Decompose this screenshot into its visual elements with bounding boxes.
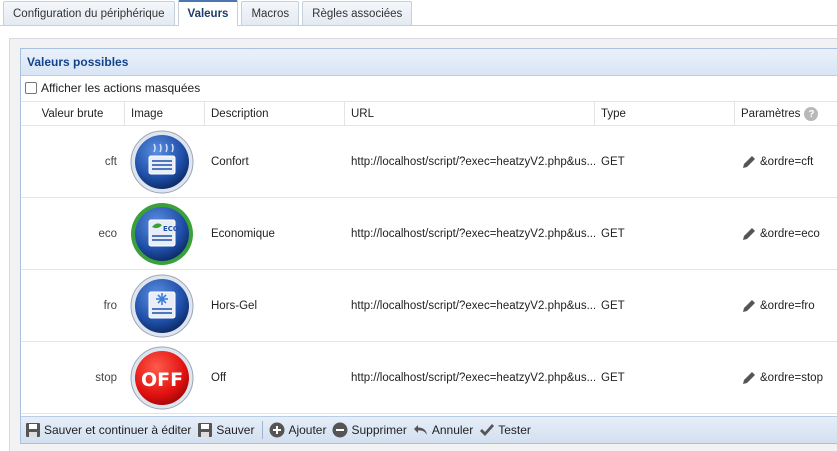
comfort-heater-icon	[130, 130, 194, 193]
image-cell	[125, 270, 205, 341]
params: &ordre=stop	[760, 371, 823, 384]
floppy-icon	[26, 423, 40, 437]
tab-values[interactable]: Valeurs	[177, 0, 239, 26]
edit-pencil-icon[interactable]	[741, 154, 757, 170]
table-header: Valeur brute Image Description URL Type …	[21, 101, 837, 126]
add-label: Ajouter	[288, 423, 327, 437]
toolbar-separator	[262, 421, 264, 439]
show-hidden-label: Afficher les actions masquées	[41, 81, 201, 95]
url: http://localhost/script/?exec=heatzyV2.p…	[351, 299, 595, 312]
description: Off	[211, 371, 227, 384]
table-row[interactable]: stop OFF Off http://localhost/script/?ex…	[21, 342, 837, 414]
cancel-button[interactable]: Annuler	[413, 419, 473, 441]
raw-value: fro	[103, 299, 117, 312]
raw-value: stop	[95, 371, 117, 384]
help-icon[interactable]: ?	[804, 107, 819, 121]
test-label: Tester	[498, 423, 531, 437]
params-header-label: Paramètres	[741, 108, 801, 120]
save-label: Sauver	[216, 423, 255, 437]
params: &ordre=fro	[760, 299, 815, 312]
description: Hors-Gel	[211, 299, 258, 312]
params-cell: &ordre=stop	[735, 342, 837, 413]
type: GET	[601, 371, 625, 384]
content-panel: Valeurs possibles Afficher les actions m…	[9, 38, 837, 451]
image-cell: OFF	[125, 342, 205, 413]
params-cell: &ordre=fro	[735, 270, 837, 341]
cancel-label: Annuler	[431, 423, 474, 437]
column-header-image[interactable]: Image	[125, 102, 205, 126]
delete-label: Supprimer	[351, 423, 407, 437]
test-button[interactable]: Tester	[479, 419, 531, 441]
show-hidden-checkbox[interactable]	[25, 82, 37, 94]
params-cell: &ordre=cft	[735, 126, 837, 197]
url: http://localhost/script/?exec=heatzyV2.p…	[351, 155, 595, 168]
description: Confort	[211, 155, 249, 168]
minus-circle-icon	[332, 422, 348, 438]
column-header-url[interactable]: URL	[345, 102, 595, 126]
table-row[interactable]: cft Confort http://localhost/script/?exe…	[21, 126, 837, 198]
image-cell	[125, 126, 205, 197]
tab-device-config[interactable]: Configuration du périphérique	[3, 1, 175, 25]
save-button[interactable]: Sauver	[197, 419, 254, 441]
edit-pencil-icon[interactable]	[741, 370, 757, 386]
type: GET	[601, 299, 625, 312]
checkmark-icon	[480, 424, 495, 436]
column-header-raw[interactable]: Valeur brute	[21, 102, 125, 126]
undo-icon	[413, 425, 427, 435]
description: Economique	[211, 227, 275, 240]
raw-value: eco	[98, 227, 117, 240]
tab-bar: Configuration du périphérique Valeurs Ma…	[0, 0, 837, 26]
image-cell: ECO	[125, 198, 205, 269]
off-icon: OFF	[130, 346, 194, 409]
save-continue-button[interactable]: Sauver et continuer à éditer	[25, 419, 191, 441]
save-continue-label: Sauver et continuer à éditer	[44, 423, 192, 437]
eco-heater-icon: ECO	[131, 202, 193, 265]
params: &ordre=cft	[760, 155, 814, 168]
edit-pencil-icon[interactable]	[741, 298, 757, 314]
floppy-icon	[198, 423, 213, 437]
raw-value: cft	[104, 155, 117, 168]
column-header-description[interactable]: Description	[205, 102, 345, 126]
values-table: Valeur brute Image Description URL Type …	[21, 101, 837, 414]
off-icon-text: OFF	[141, 369, 183, 391]
frost-heater-icon	[130, 274, 194, 337]
type: GET	[601, 227, 625, 240]
column-header-type[interactable]: Type	[595, 102, 735, 126]
panel-title: Valeurs possibles	[21, 49, 837, 76]
type: GET	[601, 155, 625, 168]
plus-circle-icon	[269, 422, 285, 438]
delete-button[interactable]: Supprimer	[332, 419, 407, 441]
table-row[interactable]: fro Hors-Gel http://localhost/script/?ex…	[21, 270, 837, 342]
tab-macros[interactable]: Macros	[241, 1, 300, 25]
svg-text:ECO: ECO	[163, 225, 179, 233]
tab-associated-rules[interactable]: Règles associées	[302, 1, 413, 25]
show-hidden-actions[interactable]: Afficher les actions masquées	[21, 76, 837, 100]
table-row[interactable]: eco ECO Economique http://localhost/scri…	[21, 198, 837, 270]
column-header-params[interactable]: Paramètres ?	[735, 102, 837, 126]
bottom-toolbar: Sauver et continuer à éditer Sauver Ajou…	[21, 416, 837, 443]
add-button[interactable]: Ajouter	[269, 419, 326, 441]
params: &ordre=eco	[760, 227, 820, 240]
edit-pencil-icon[interactable]	[741, 226, 757, 242]
params-cell: &ordre=eco	[735, 198, 837, 269]
url: http://localhost/script/?exec=heatzyV2.p…	[351, 227, 595, 240]
url: http://localhost/script/?exec=heatzyV2.p…	[351, 371, 595, 384]
values-box: Valeurs possibles Afficher les actions m…	[20, 48, 837, 444]
